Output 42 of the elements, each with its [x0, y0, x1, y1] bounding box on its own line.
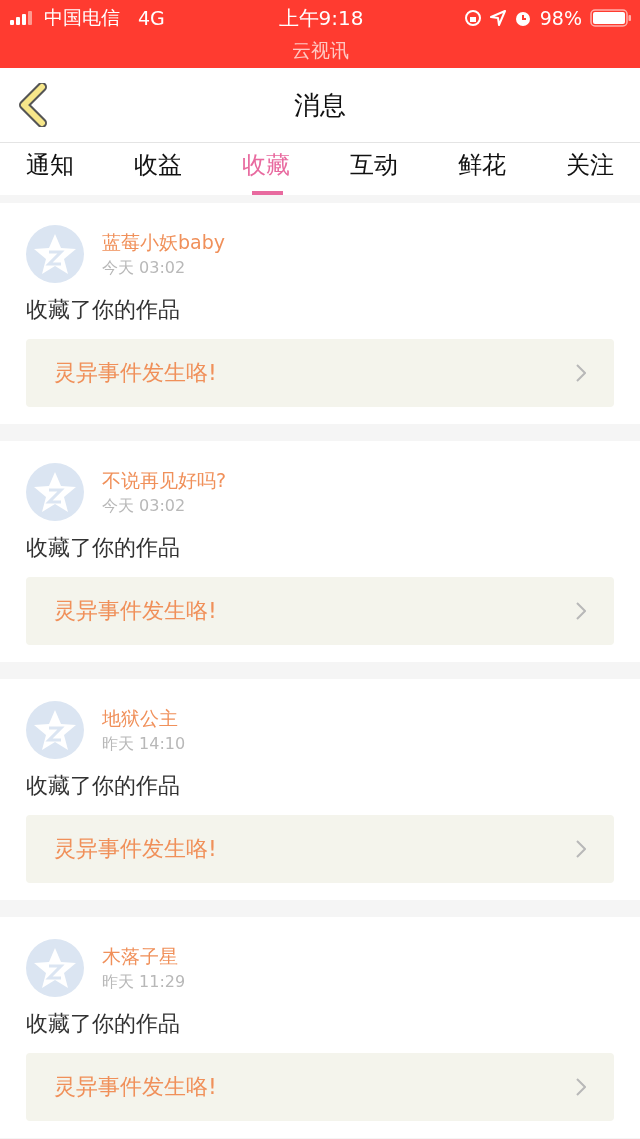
- user-name[interactable]: 木落子星: [102, 943, 186, 970]
- avatar-icon: [26, 939, 84, 997]
- tab[interactable]: 收益: [118, 143, 198, 195]
- avatar-icon: [26, 463, 84, 521]
- chevron-right-icon: [576, 602, 586, 620]
- carrier-name: 中国电信: [44, 5, 120, 30]
- tab[interactable]: 互动: [334, 143, 414, 195]
- user-name[interactable]: 不说再见好吗?: [102, 467, 227, 494]
- battery-icon: [590, 9, 632, 27]
- message-text: 收藏了你的作品: [26, 772, 181, 800]
- back-chevron-icon: [16, 83, 48, 127]
- message-text: 收藏了你的作品: [26, 1010, 181, 1038]
- chevron-right-icon: [576, 1078, 586, 1096]
- chevron-right-icon: [576, 364, 586, 382]
- message-time: 今天 03:02: [102, 257, 187, 279]
- chevron-right-icon: [576, 840, 586, 858]
- work-link[interactable]: 灵异事件发生咯!: [26, 815, 614, 883]
- work-link[interactable]: 灵异事件发生咯!: [26, 1053, 614, 1121]
- rotation-lock-icon: [463, 9, 482, 27]
- battery-percent: 98%: [539, 7, 582, 29]
- message-time: 昨天 11:29: [102, 971, 186, 993]
- app-title: 云视讯: [290, 38, 350, 63]
- avatar-icon: [26, 701, 84, 759]
- message-text: 收藏了你的作品: [26, 296, 181, 324]
- message-time: 昨天 14:10: [102, 733, 186, 755]
- location-icon: [489, 10, 506, 26]
- user-name[interactable]: 地狱公主: [102, 705, 186, 732]
- message-time: 今天 03:02: [102, 495, 187, 517]
- tab[interactable]: 鲜花: [442, 143, 522, 195]
- network-type: 4G: [138, 7, 165, 29]
- work-link[interactable]: 灵异事件发生咯!: [26, 339, 614, 407]
- alarm-icon: [513, 9, 532, 27]
- tab[interactable]: 收藏: [226, 143, 306, 195]
- message-text: 收藏了你的作品: [26, 534, 181, 562]
- work-link[interactable]: 灵异事件发生咯!: [26, 577, 614, 645]
- page-title: 消息: [294, 88, 346, 122]
- tab[interactable]: 关注: [550, 143, 630, 195]
- back-button[interactable]: [16, 83, 48, 127]
- tab[interactable]: 通知: [10, 143, 90, 195]
- status-time: 上午9:18: [278, 4, 364, 32]
- user-name[interactable]: 蓝莓小妖baby: [102, 229, 225, 256]
- avatar-icon: [26, 225, 84, 283]
